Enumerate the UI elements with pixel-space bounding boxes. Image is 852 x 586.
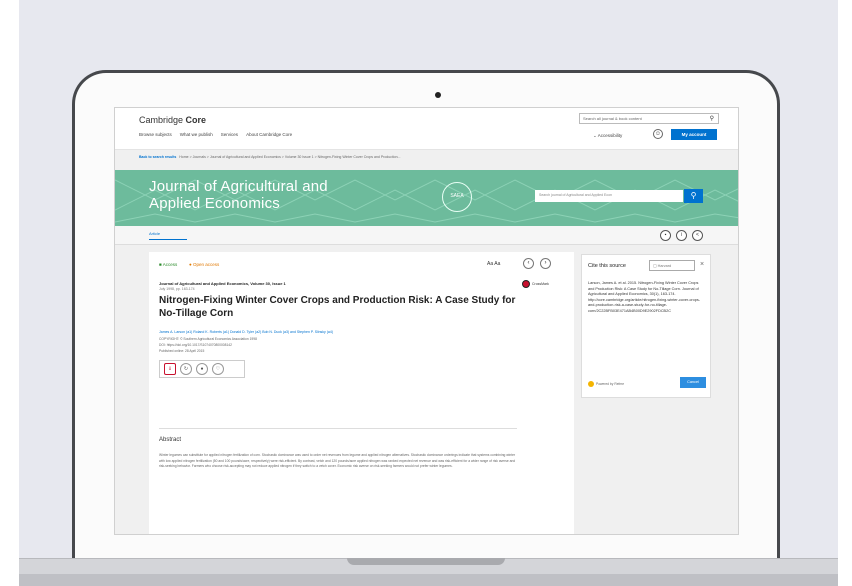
citation-style-value: Harvard — [657, 264, 672, 268]
text-size-toggle[interactable]: Aa Aa — [487, 261, 500, 267]
article-journal-line[interactable]: Journal of Agricultural and Applied Econ… — [159, 281, 286, 286]
crossmark-label: CrossMark — [532, 282, 549, 286]
accessibility-link[interactable]: ⌄ Accessibility — [593, 133, 622, 139]
refme-icon — [588, 381, 594, 387]
camera-icon — [435, 92, 441, 98]
my-account-button[interactable]: My account — [671, 129, 717, 140]
journal-title-line1: Journal of Agricultural and — [149, 178, 328, 195]
powered-by-label: Powered by Refme — [596, 382, 625, 386]
cancel-button[interactable]: Cancel — [680, 377, 706, 388]
access-label: Access — [162, 262, 178, 267]
search-icon: ⚲ — [690, 191, 697, 200]
open-access-badge: ● Open access — [189, 262, 220, 267]
journal-banner: Journal of Agricultural and Applied Econ… — [115, 170, 738, 226]
tab-article[interactable]: Article — [149, 231, 187, 240]
citation-text: Larson, James A. et al. 2015. Nitrogen-F… — [588, 281, 701, 313]
nav-about[interactable]: About Cambridge Core — [246, 132, 292, 137]
article-published: Published online: 28 April 2015 — [159, 349, 205, 353]
article-authors[interactable]: James A. Larson (a1) Roland K. Roberts (… — [159, 330, 333, 334]
global-search-placeholder: Search all journal & book content — [583, 116, 642, 121]
site-header: Cambridge Core Search all journal & book… — [115, 108, 738, 150]
laptop-base-bottom — [19, 574, 838, 586]
search-icon[interactable]: ⚲ — [710, 115, 714, 122]
bookmark-icon[interactable]: ♡ — [212, 363, 224, 375]
journal-title-line2: Applied Economics — [149, 195, 280, 212]
nav-what-we-publish[interactable]: What we publish — [180, 132, 213, 137]
article-title: Nitrogen-Fixing Winter Cover Crops and P… — [159, 295, 516, 319]
powered-by: Powered by Refme — [588, 381, 624, 387]
laptop-screen: Cambridge Core Search all journal & book… — [114, 107, 739, 535]
open-access-label: Open access — [192, 262, 220, 267]
close-icon[interactable]: × — [700, 261, 704, 268]
article-copyright: COPYRIGHT: © Southern Agricultural Econo… — [159, 337, 257, 341]
divider — [159, 428, 517, 429]
user-icon[interactable]: ☺ — [653, 129, 663, 139]
laptop-notch — [347, 558, 505, 565]
abstract-heading: Abstract — [159, 437, 182, 443]
share-icon[interactable]: ↻ — [180, 363, 192, 375]
journal-title[interactable]: Journal of Agricultural and Applied Econ… — [149, 178, 328, 212]
nav-browse-subjects[interactable]: Browse subjects — [139, 132, 172, 137]
logo-bold: Core — [185, 115, 207, 125]
info-icon[interactable]: i — [676, 230, 687, 241]
article-tabbar: Article ▪ i < — [115, 226, 738, 245]
arrow-right-icon[interactable]: › — [540, 258, 551, 269]
citation-style-select[interactable]: ▢ Harvard — [649, 260, 695, 271]
article-doi[interactable]: DOI: https://doi.org/10.1017/S1074070800… — [159, 343, 232, 347]
abstract-text: Winter legumes can substitute for applie… — [159, 453, 516, 468]
site-logo[interactable]: Cambridge Core — [139, 115, 206, 125]
crossmark-button[interactable]: CrossMark — [522, 280, 549, 288]
breadcrumb-trail[interactable]: Home > Journals > Journal of Agricultura… — [179, 155, 400, 159]
breadcrumb: Back to search results Home > Journals >… — [139, 155, 719, 159]
back-to-search-link[interactable]: Back to search results — [139, 155, 176, 159]
cite-panel: Cite this source ▢ Harvard × Larson, Jam… — [581, 254, 711, 398]
logo-prefix: Cambridge — [139, 115, 184, 125]
article-card: ■ Access ● Open access Aa Aa ‹ › CrossMa… — [149, 252, 574, 534]
save-icon[interactable]: ▪ — [660, 230, 671, 241]
cite-heading: Cite this source — [588, 263, 626, 269]
main-nav: Browse subjects What we publish Services… — [139, 132, 292, 137]
seal-icon: SAEA — [442, 182, 472, 212]
journal-search-input[interactable]: Search journal of Agricultural and Appli… — [535, 190, 683, 202]
share-icon[interactable]: < — [692, 230, 703, 241]
cite-icon[interactable]: ● — [196, 363, 208, 375]
arrow-left-icon[interactable]: ‹ — [523, 258, 534, 269]
seal-text: SAEA — [450, 193, 464, 199]
accessibility-label: Accessibility — [597, 133, 623, 138]
access-badge: ■ Access — [159, 262, 178, 267]
nav-services[interactable]: Services — [221, 132, 238, 137]
article-volume-line: July 1998, pp. 163-174 — [159, 287, 195, 291]
article-tools: ⇓ ↻ ● ♡ — [159, 360, 245, 378]
crossmark-icon — [522, 280, 530, 288]
journal-search-button[interactable]: ⚲ — [684, 189, 703, 203]
pdf-icon[interactable]: ⇓ — [164, 363, 176, 375]
global-search-input[interactable]: Search all journal & book content ⚲ — [579, 113, 719, 124]
